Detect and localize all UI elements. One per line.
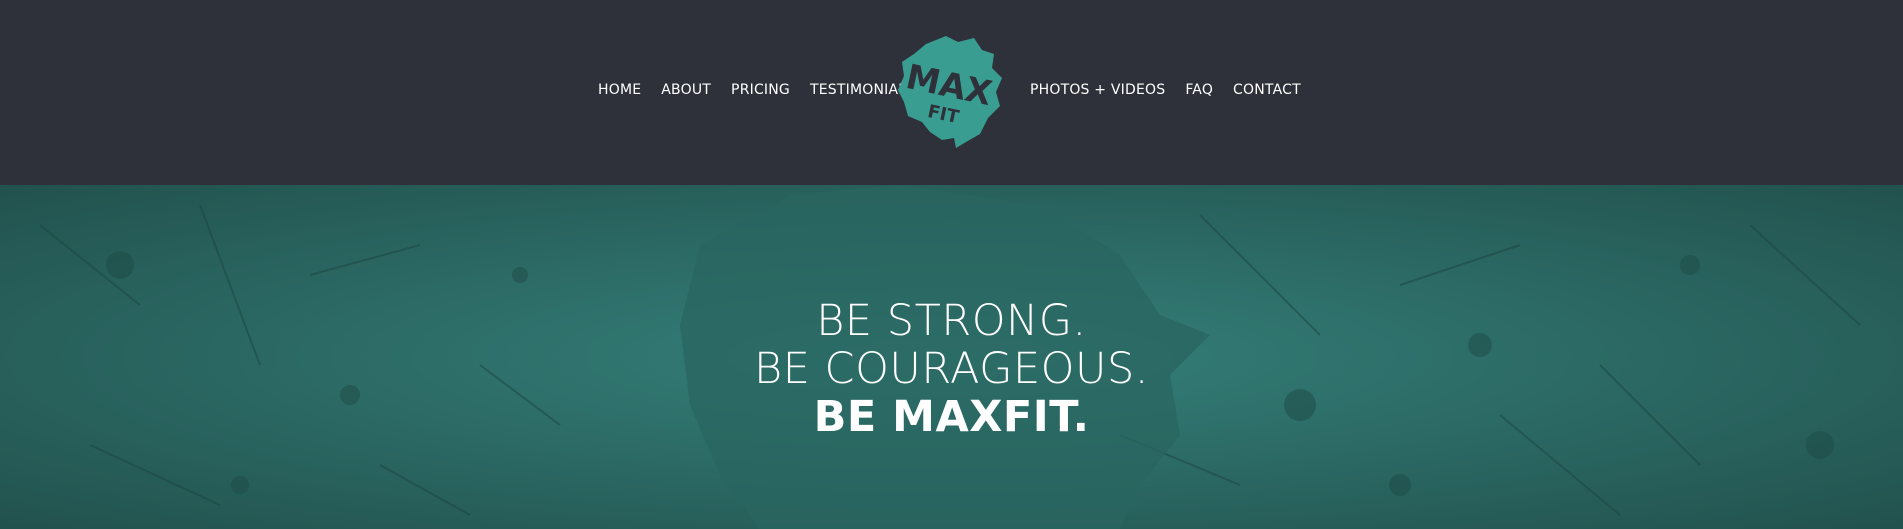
nav-about[interactable]: ABOUT <box>661 82 711 98</box>
maxfit-logo[interactable]: MAX FIT <box>896 34 1008 148</box>
primary-nav-left: HOME ABOUT PRICING TESTIMONIALS <box>598 82 915 98</box>
hero-headline: BE STRONG. BE COURAGEOUS. BE MAXFIT. <box>0 297 1903 441</box>
site-header: HOME ABOUT PRICING TESTIMONIALS MAX FIT … <box>0 0 1903 185</box>
hero-line-1: BE STRONG. <box>816 296 1087 346</box>
nav-photos-videos[interactable]: PHOTOS + VIDEOS <box>1030 82 1165 98</box>
hero-banner: BE STRONG. BE COURAGEOUS. BE MAXFIT. <box>0 185 1903 529</box>
nav-faq[interactable]: FAQ <box>1185 82 1213 98</box>
primary-nav-right: PHOTOS + VIDEOS FAQ CONTACT <box>1030 82 1301 98</box>
nav-home[interactable]: HOME <box>598 82 641 98</box>
lion-head-logo-icon: MAX FIT <box>898 36 1002 148</box>
nav-contact[interactable]: CONTACT <box>1233 82 1301 98</box>
hero-line-3: BE MAXFIT. <box>813 392 1090 442</box>
hero-line-2: BE COURAGEOUS. <box>754 344 1149 394</box>
nav-pricing[interactable]: PRICING <box>731 82 790 98</box>
